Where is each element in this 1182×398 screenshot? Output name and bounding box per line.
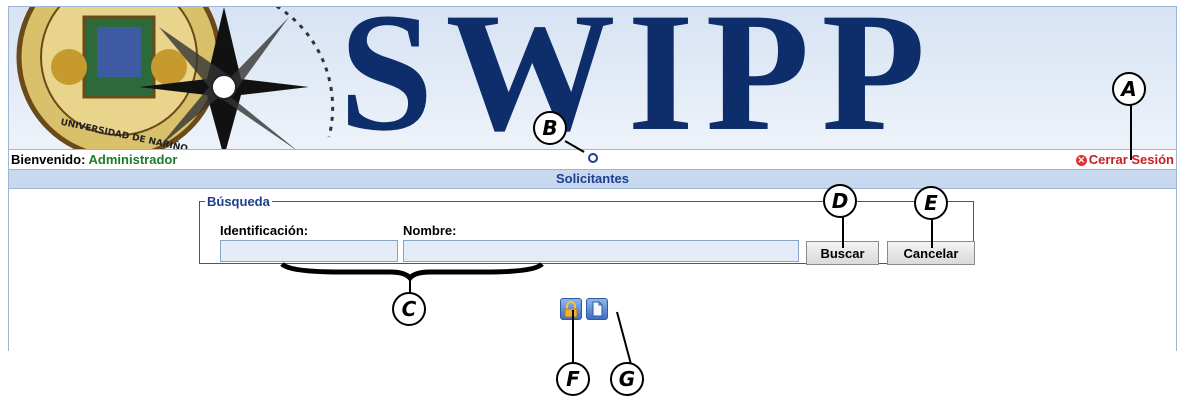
- callout-c: C: [392, 292, 426, 326]
- callout-f-line: [572, 310, 574, 366]
- id-input[interactable]: [220, 240, 398, 262]
- id-label: Identificación:: [220, 223, 309, 238]
- document-button[interactable]: [586, 298, 608, 320]
- app-title: SWIPP: [339, 7, 938, 149]
- callout-a: A: [1112, 72, 1146, 106]
- name-label: Nombre:: [403, 223, 457, 238]
- logout-link[interactable]: ✕ Cerrar Sesión: [1075, 152, 1174, 167]
- close-circle-icon: ✕: [1075, 155, 1087, 166]
- callout-g: G: [610, 362, 644, 396]
- welcome-label: Bienvenido:: [11, 152, 86, 167]
- user-name: Administrador: [88, 152, 178, 167]
- callout-f: F: [556, 362, 590, 396]
- callout-e: E: [914, 186, 948, 220]
- welcome-text: Bienvenido: Administrador: [11, 152, 177, 167]
- university-seal-logo: UNIVERSIDAD DE NARIÑO: [16, 7, 335, 149]
- search-legend: Búsqueda: [207, 194, 270, 209]
- name-input[interactable]: [403, 240, 799, 262]
- callout-c-brace: [280, 262, 544, 282]
- callout-b: B: [533, 111, 567, 145]
- lock-icon: [564, 301, 578, 318]
- welcome-bar: Bienvenido: Administrador ✕ Cerrar Sesión: [9, 149, 1176, 169]
- lock-button[interactable]: [560, 298, 582, 320]
- header-banner: UNIVERSIDAD DE NARIÑO SWIPP: [9, 7, 1176, 149]
- section-title: Solicitantes: [9, 169, 1176, 189]
- status-indicator-icon[interactable]: [588, 153, 598, 163]
- callout-d: D: [823, 184, 857, 218]
- document-icon: [592, 301, 603, 317]
